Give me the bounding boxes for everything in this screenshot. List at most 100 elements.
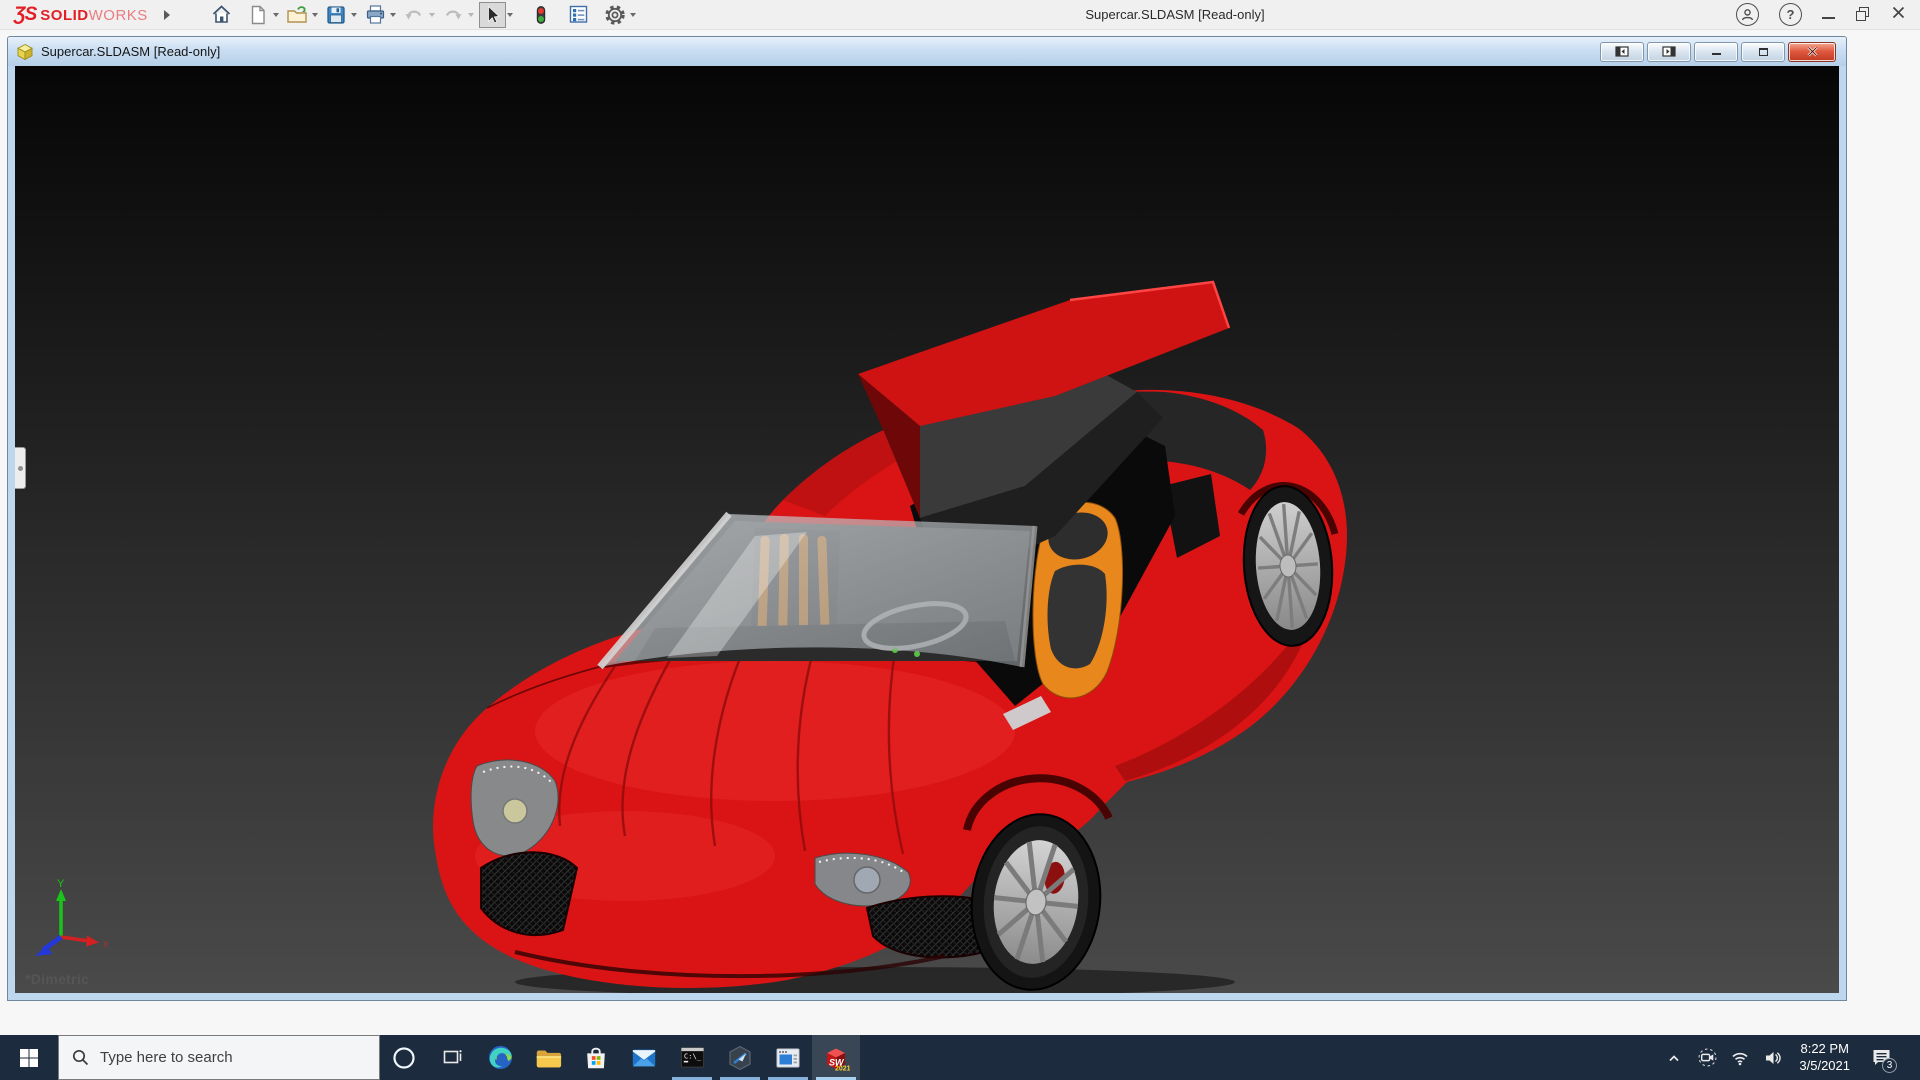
task-view-button[interactable] xyxy=(428,1035,476,1080)
edge-icon xyxy=(488,1045,512,1070)
wifi-icon xyxy=(1732,1052,1748,1065)
print-button[interactable] xyxy=(362,2,389,28)
document-title: Supercar.SLDASM [Read-only] xyxy=(41,44,221,59)
rebuild-stoplight-icon xyxy=(537,5,546,24)
save-dropdown[interactable] xyxy=(350,12,357,17)
new-document-button[interactable] xyxy=(245,2,272,28)
select-dropdown[interactable] xyxy=(506,12,513,17)
taskbar-app-command-prompt[interactable]: C:\_ xyxy=(668,1035,716,1080)
taskbar-app-store[interactable] xyxy=(572,1035,620,1080)
microsoft-store-icon xyxy=(587,1047,605,1068)
doc-close-button[interactable] xyxy=(1788,41,1836,62)
splitter-handle-dot xyxy=(17,465,23,471)
taskbar-search[interactable] xyxy=(58,1035,380,1080)
open-icon xyxy=(287,5,307,23)
taskbar-app-edrawings[interactable] xyxy=(716,1035,764,1080)
document-window: Supercar.SLDASM [Read-only] Y x *Dimetri… xyxy=(8,37,1846,1000)
redo-icon xyxy=(446,10,462,19)
start-button[interactable] xyxy=(0,1035,58,1080)
meet-now-button[interactable] xyxy=(1695,1035,1719,1080)
solidworks-2021-icon: SW 2021 xyxy=(827,1048,850,1072)
hexagon-app-icon xyxy=(729,1045,751,1070)
window-app-icon xyxy=(776,1048,800,1067)
meet-now-camera-icon xyxy=(1698,1048,1717,1067)
orientation-triad[interactable]: Y x xyxy=(31,875,115,961)
undo-dropdown[interactable] xyxy=(428,12,435,17)
triad-x-label: x xyxy=(103,938,109,950)
print-dropdown[interactable] xyxy=(389,12,396,17)
supercar-3d-model xyxy=(15,66,1839,993)
doc-close-icon xyxy=(1807,46,1817,57)
taskbar-app-file-explorer[interactable] xyxy=(524,1035,572,1080)
account-icon xyxy=(1741,9,1754,21)
display-options-button[interactable] xyxy=(565,2,592,28)
taskbar-app-solidworks[interactable]: SW 2021 xyxy=(812,1035,860,1080)
select-button[interactable] xyxy=(478,1,506,28)
doc-minimize-icon xyxy=(1711,53,1721,55)
home-icon xyxy=(212,5,230,23)
search-input[interactable] xyxy=(100,1049,340,1066)
windows-taskbar: C:\_ SW 2021 xyxy=(0,1035,1920,1080)
taskbar-app-edge[interactable] xyxy=(476,1035,524,1080)
volume-button[interactable] xyxy=(1761,1035,1785,1080)
rebuild-button[interactable] xyxy=(528,2,555,28)
save-icon xyxy=(327,5,345,24)
select-cursor-icon xyxy=(488,5,501,24)
cortana-button[interactable] xyxy=(380,1035,428,1080)
titlebar-controls: ? xyxy=(1736,3,1920,26)
network-button[interactable] xyxy=(1728,1035,1752,1080)
task-view-icon xyxy=(443,1049,462,1063)
open-button[interactable] xyxy=(284,2,311,28)
settings-dropdown[interactable] xyxy=(629,12,636,17)
doc-restore-button[interactable] xyxy=(1741,41,1785,62)
view-orientation-label: *Dimetric xyxy=(25,971,90,987)
minimize-icon xyxy=(1822,16,1835,19)
help-icon: ? xyxy=(1786,7,1795,22)
featuremanager-splitter-tab[interactable] xyxy=(15,447,26,489)
app-titlebar: ƷS SOLID WORKS Supercar.SLDASM [Read-onl… xyxy=(0,0,1920,30)
home-button[interactable] xyxy=(208,2,235,28)
solidworks-logo: ƷS SOLID WORKS xyxy=(14,3,148,25)
search-icon xyxy=(72,1049,89,1066)
tray-overflow-button[interactable] xyxy=(1662,1035,1686,1080)
minimize-button[interactable] xyxy=(1822,8,1836,22)
document-titlebar[interactable]: Supercar.SLDASM [Read-only] xyxy=(8,37,1846,66)
doc-restore-icon xyxy=(1758,47,1768,56)
graphics-area[interactable]: Y x *Dimetric xyxy=(15,66,1839,993)
windows-logo-icon xyxy=(20,1048,38,1067)
quick-access-toolbar xyxy=(208,1,641,28)
show-left-pane-button[interactable] xyxy=(1600,41,1644,62)
undo-button[interactable] xyxy=(401,2,428,28)
show-right-pane-button[interactable] xyxy=(1647,41,1691,62)
action-center-button[interactable]: 3 xyxy=(1864,1035,1898,1080)
notification-badge: 3 xyxy=(1882,1058,1897,1073)
redo-dropdown[interactable] xyxy=(467,12,474,17)
sw-icon-year: 2021 xyxy=(835,1065,850,1072)
file-explorer-icon xyxy=(536,1050,562,1067)
open-dropdown[interactable] xyxy=(311,12,318,17)
save-button[interactable] xyxy=(323,2,350,28)
new-document-dropdown[interactable] xyxy=(272,12,279,17)
mail-icon xyxy=(632,1049,656,1066)
taskbar-clock[interactable]: 8:22 PM 3/5/2021 xyxy=(1794,1041,1855,1075)
redo-button[interactable] xyxy=(440,2,467,28)
menu-flyout-arrow-icon[interactable] xyxy=(163,9,170,20)
close-button[interactable] xyxy=(1891,5,1906,25)
right-pane-icon xyxy=(1662,46,1676,57)
account-button[interactable] xyxy=(1736,3,1759,26)
print-icon xyxy=(366,5,384,24)
help-button[interactable]: ? xyxy=(1779,3,1802,26)
undo-icon xyxy=(405,10,422,19)
restore-button[interactable] xyxy=(1856,7,1871,22)
taskbar-app-window-viewer[interactable] xyxy=(764,1035,812,1080)
taskbar-app-mail[interactable] xyxy=(620,1035,668,1080)
speaker-icon xyxy=(1766,1051,1782,1064)
triad-y-label: Y xyxy=(57,878,65,890)
command-prompt-icon: C:\_ xyxy=(680,1047,704,1068)
document-window-controls xyxy=(1600,41,1846,62)
settings-button[interactable] xyxy=(602,2,629,28)
cmd-prompt-text: C:\_ xyxy=(683,1051,701,1060)
system-tray: 8:22 PM 3/5/2021 3 xyxy=(1662,1035,1920,1080)
doc-minimize-button[interactable] xyxy=(1694,41,1738,62)
chevron-up-icon xyxy=(1669,1054,1679,1061)
